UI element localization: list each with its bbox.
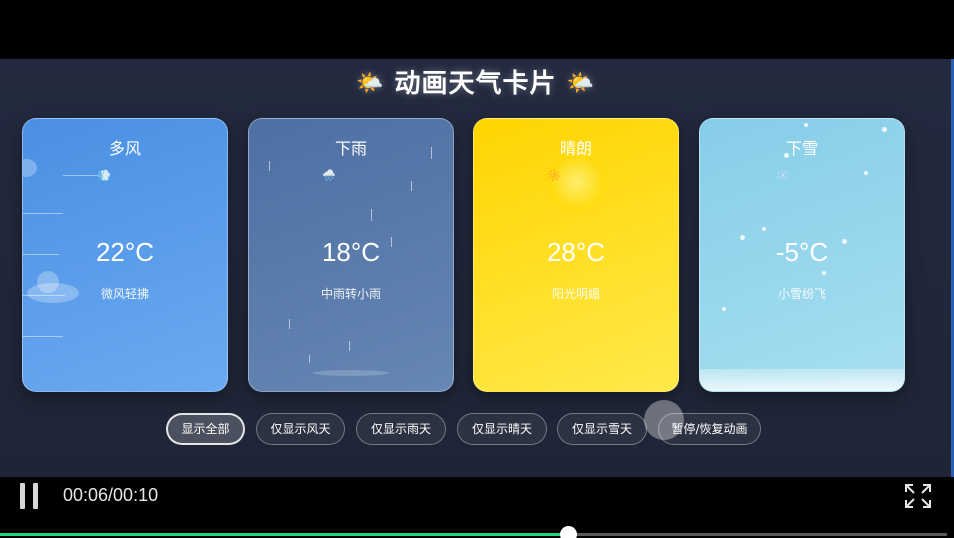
pause-icon (20, 483, 25, 509)
progress-fill (0, 533, 569, 536)
card-description: 阳光明媚 (551, 287, 600, 301)
snowflake-dot (722, 307, 726, 311)
rain-drop (289, 319, 290, 329)
snowflake-dot (822, 271, 826, 275)
snowflake-dot (804, 123, 808, 127)
filter-bar: 显示全部 仅显示风天 仅显示雨天 仅显示晴天 仅显示雪天 暂停/恢复动画 (0, 411, 951, 447)
weather-card-rain[interactable]: 🌧️ 下雨 18°C 中雨转小雨 (248, 118, 454, 392)
card-name: 下雪 (785, 139, 818, 158)
video-controls: 00:06/00:10 (0, 477, 954, 538)
card-temperature: -5°C (775, 237, 829, 267)
rain-cloud-icon: 🌧️ (322, 169, 336, 182)
rain-drop (411, 181, 412, 191)
only-snow-button[interactable]: 仅显示雪天 (557, 413, 647, 445)
snowflake-dot (864, 171, 868, 175)
wind-icon: 💨 (97, 169, 111, 182)
fullscreen-button[interactable] (903, 482, 933, 510)
card-name: 多风 (108, 139, 141, 158)
time-display: 00:06/00:10 (63, 485, 159, 505)
only-wind-button[interactable]: 仅显示风天 (256, 413, 345, 445)
snowflake-icon: ❄️ (776, 169, 790, 182)
fullscreen-icon (905, 484, 931, 508)
card-description: 小雪纷飞 (777, 287, 826, 301)
snowflake-dot (882, 127, 887, 132)
sun-glow (546, 151, 608, 213)
card-name: 下雨 (334, 139, 367, 158)
wind-streak (23, 336, 63, 337)
wind-streak (63, 175, 101, 176)
weather-card-windy[interactable]: 💨 多风 22°C 微风轻拂 (22, 118, 228, 392)
rain-drop (269, 161, 270, 171)
weather-card-snow[interactable]: ❄️ 下雪 -5°C 小雪纷飞 (699, 118, 905, 392)
snow-ground (700, 369, 904, 391)
card-name: 晴朗 (559, 139, 592, 158)
pause-button[interactable] (18, 483, 42, 511)
card-description: 中雨转小雨 (320, 287, 381, 301)
rain-drop (349, 341, 350, 351)
weather-card-sunny[interactable]: ☀️ 晴朗 28°C 阳光明媚 (473, 118, 679, 392)
sun-cloud-icon: 🌤️ (566, 71, 595, 96)
sun-cloud-icon: 🌤️ (356, 71, 385, 96)
card-temperature: 28°C (546, 237, 606, 267)
progress-handle[interactable] (560, 526, 578, 538)
video-frame: 🌤️ 动画天气卡片 🌤️ 💨 多风 22°C 微风轻拂 🌧️ 下雨 18°C 中… (0, 59, 954, 477)
only-sunny-button[interactable]: 仅显示晴天 (457, 413, 547, 445)
progress-bar[interactable] (0, 526, 947, 538)
wind-streak (23, 213, 63, 214)
cloud-puff (23, 159, 37, 177)
show-all-button[interactable]: 显示全部 (166, 413, 245, 445)
snowflake-dot (762, 227, 766, 231)
rain-puddle (313, 370, 389, 376)
sun-icon: ☀️ (547, 169, 561, 182)
pause-icon (33, 483, 38, 509)
card-temperature: 22°C (95, 237, 155, 267)
card-temperature: 18°C (321, 237, 381, 267)
page-title: 🌤️ 动画天气卡片 🌤️ (0, 63, 951, 100)
click-ripple (644, 400, 684, 440)
rain-drop (371, 209, 372, 221)
rain-drop (309, 355, 310, 363)
video-letterbox-top (0, 0, 954, 59)
only-rain-button[interactable]: 仅显示雨天 (356, 413, 446, 445)
page-title-text: 动画天气卡片 (394, 69, 557, 99)
card-description: 微风轻拂 (100, 287, 149, 301)
